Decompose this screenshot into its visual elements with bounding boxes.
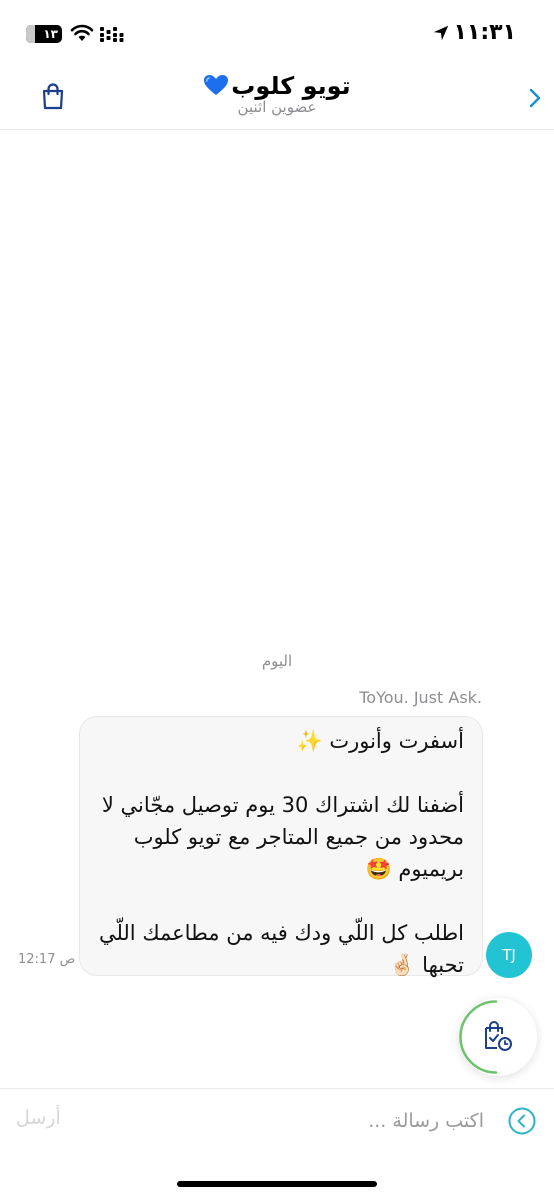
status-time: ١١:٣١ <box>453 20 516 45</box>
chevron-left-circle-icon[interactable] <box>508 1107 536 1135</box>
message-input[interactable] <box>154 1103 484 1139</box>
home-indicator[interactable] <box>177 1181 377 1187</box>
chevron-right-icon[interactable] <box>526 86 544 110</box>
battery-label: ١٣ <box>43 27 58 41</box>
avatar[interactable]: TJ <box>486 932 532 978</box>
page-title: تويو كلوب <box>120 72 434 100</box>
message-composer: أرسل <box>0 1088 554 1152</box>
message-timestamp: 12:17 ص <box>18 952 76 967</box>
message-text: أسفرت وأنورت ✨ أضفنا لك اشتراك 30 يوم تو… <box>98 729 464 977</box>
send-button[interactable]: أرسل <box>16 1107 61 1129</box>
message-bubble: أسفرت وأنورت ✨ أضفنا لك اشتراك 30 يوم تو… <box>79 716 483 977</box>
day-separator: اليوم <box>261 652 293 670</box>
order-history-bag-icon <box>485 1021 512 1051</box>
blue-heart-icon <box>204 75 229 95</box>
status-bar: ١١:٣١ ١٣ <box>0 0 554 64</box>
chat-header: تويو كلوب عضوين اثنين <box>0 64 554 130</box>
wifi-icon <box>70 24 94 41</box>
shopping-bag-icon[interactable] <box>40 82 66 110</box>
battery-icon: ١٣ <box>26 25 62 43</box>
signal-icon <box>100 27 124 42</box>
member-count: عضوين اثنين <box>237 98 317 116</box>
avatar-initials: TJ <box>502 946 516 964</box>
sender-name: ToYou. Just Ask. <box>359 688 482 707</box>
title-text: تويو كلوب <box>231 72 351 100</box>
order-history-button[interactable] <box>459 998 537 1076</box>
location-arrow-icon <box>433 25 449 41</box>
header-title-group: تويو كلوب عضوين اثنين <box>120 72 434 116</box>
